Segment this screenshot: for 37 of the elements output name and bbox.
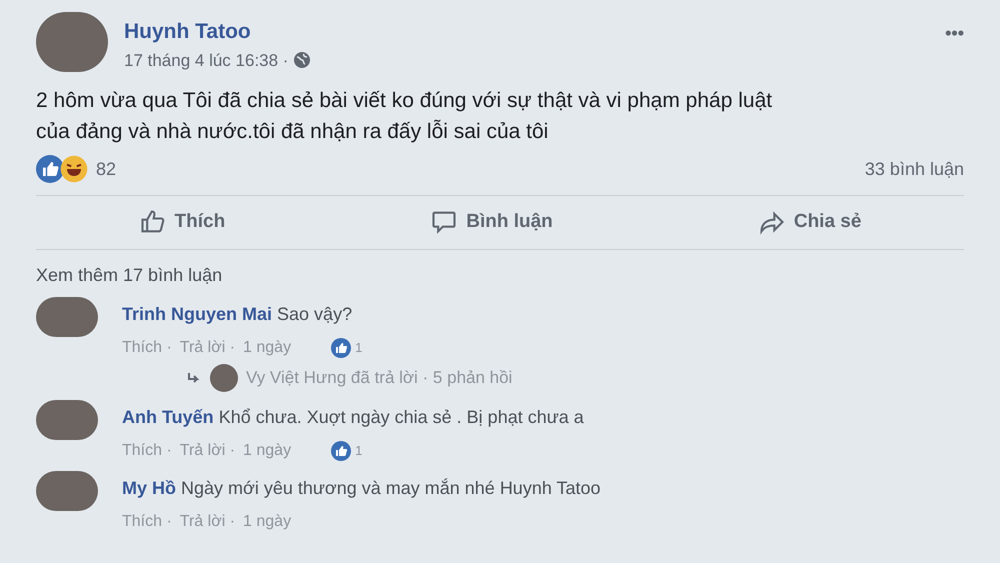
comment-text: Trinh Nguyen Mai Sao vậy? [122,302,354,326]
like-link[interactable]: Thích · [122,510,172,534]
avatar [36,400,98,440]
comment-text: My Hồ Ngày mới yêu thương và may mắn nhé Huynh Tatoo [122,476,601,500]
commenter-name[interactable]: Anh Tuyến [122,406,214,426]
reply-link[interactable]: Trả lời · [180,336,236,360]
comment-text: Anh Tuyến Khổ chưa. Xuợt ngày chia sẻ . Bị phạt chưa a [122,406,584,429]
thumbs-up-icon [331,338,352,358]
post-action-button[interactable]: Chia sẻ [758,208,862,236]
globe-icon [292,50,312,70]
post-text: 2 hôm vừa qua Tôi đã chia sẻ bài viết ko đúng với sự thật và vi phạm pháp luật của đảng và nhà nước.tôi đã nhận ra đấy lỗi sai của tôi [36,88,774,145]
replies-link[interactable]: Vy Việt Hưng đã trả lời · 5 phản hồi [246,364,512,390]
post-action-button[interactable]: Bình luận [430,208,553,236]
comment-like-count[interactable]: 1 [355,338,362,358]
like-link[interactable]: Thích · [122,336,172,360]
post-time[interactable]: 17 tháng 4 lúc 16:38 · [124,48,288,73]
comment-time: 1 ngày [243,440,292,460]
thumbs-up-icon [36,155,64,183]
reaction-count[interactable]: 82 [96,156,116,182]
view-more-comments-link[interactable]: Xem thêm 17 bình luận [36,262,964,288]
commenter-name[interactable]: Trinh Nguyen Mai [122,304,272,324]
comment-like-count[interactable]: 1 [355,440,362,460]
like-link[interactable]: Thích · [122,438,172,462]
laughing-face-icon [60,155,88,183]
avatar [36,296,98,336]
comment-count[interactable]: 33 bình luận [864,156,964,182]
avatar [210,364,238,392]
commenter-name[interactable]: My Hồ [122,478,176,498]
comment-time: 1 ngày [243,512,292,532]
reply-link[interactable]: Trả lời · [180,510,236,534]
reply-link[interactable]: Trả lời · [180,438,236,462]
thumbs-up-icon [331,440,352,460]
avatar [36,470,98,510]
post-action-button[interactable]: Thích [138,208,226,236]
author-name[interactable]: Huynh Tatoo [124,16,930,48]
more-options-button[interactable]: ••• [945,20,964,47]
comment-time: 1 ngày [243,338,292,358]
